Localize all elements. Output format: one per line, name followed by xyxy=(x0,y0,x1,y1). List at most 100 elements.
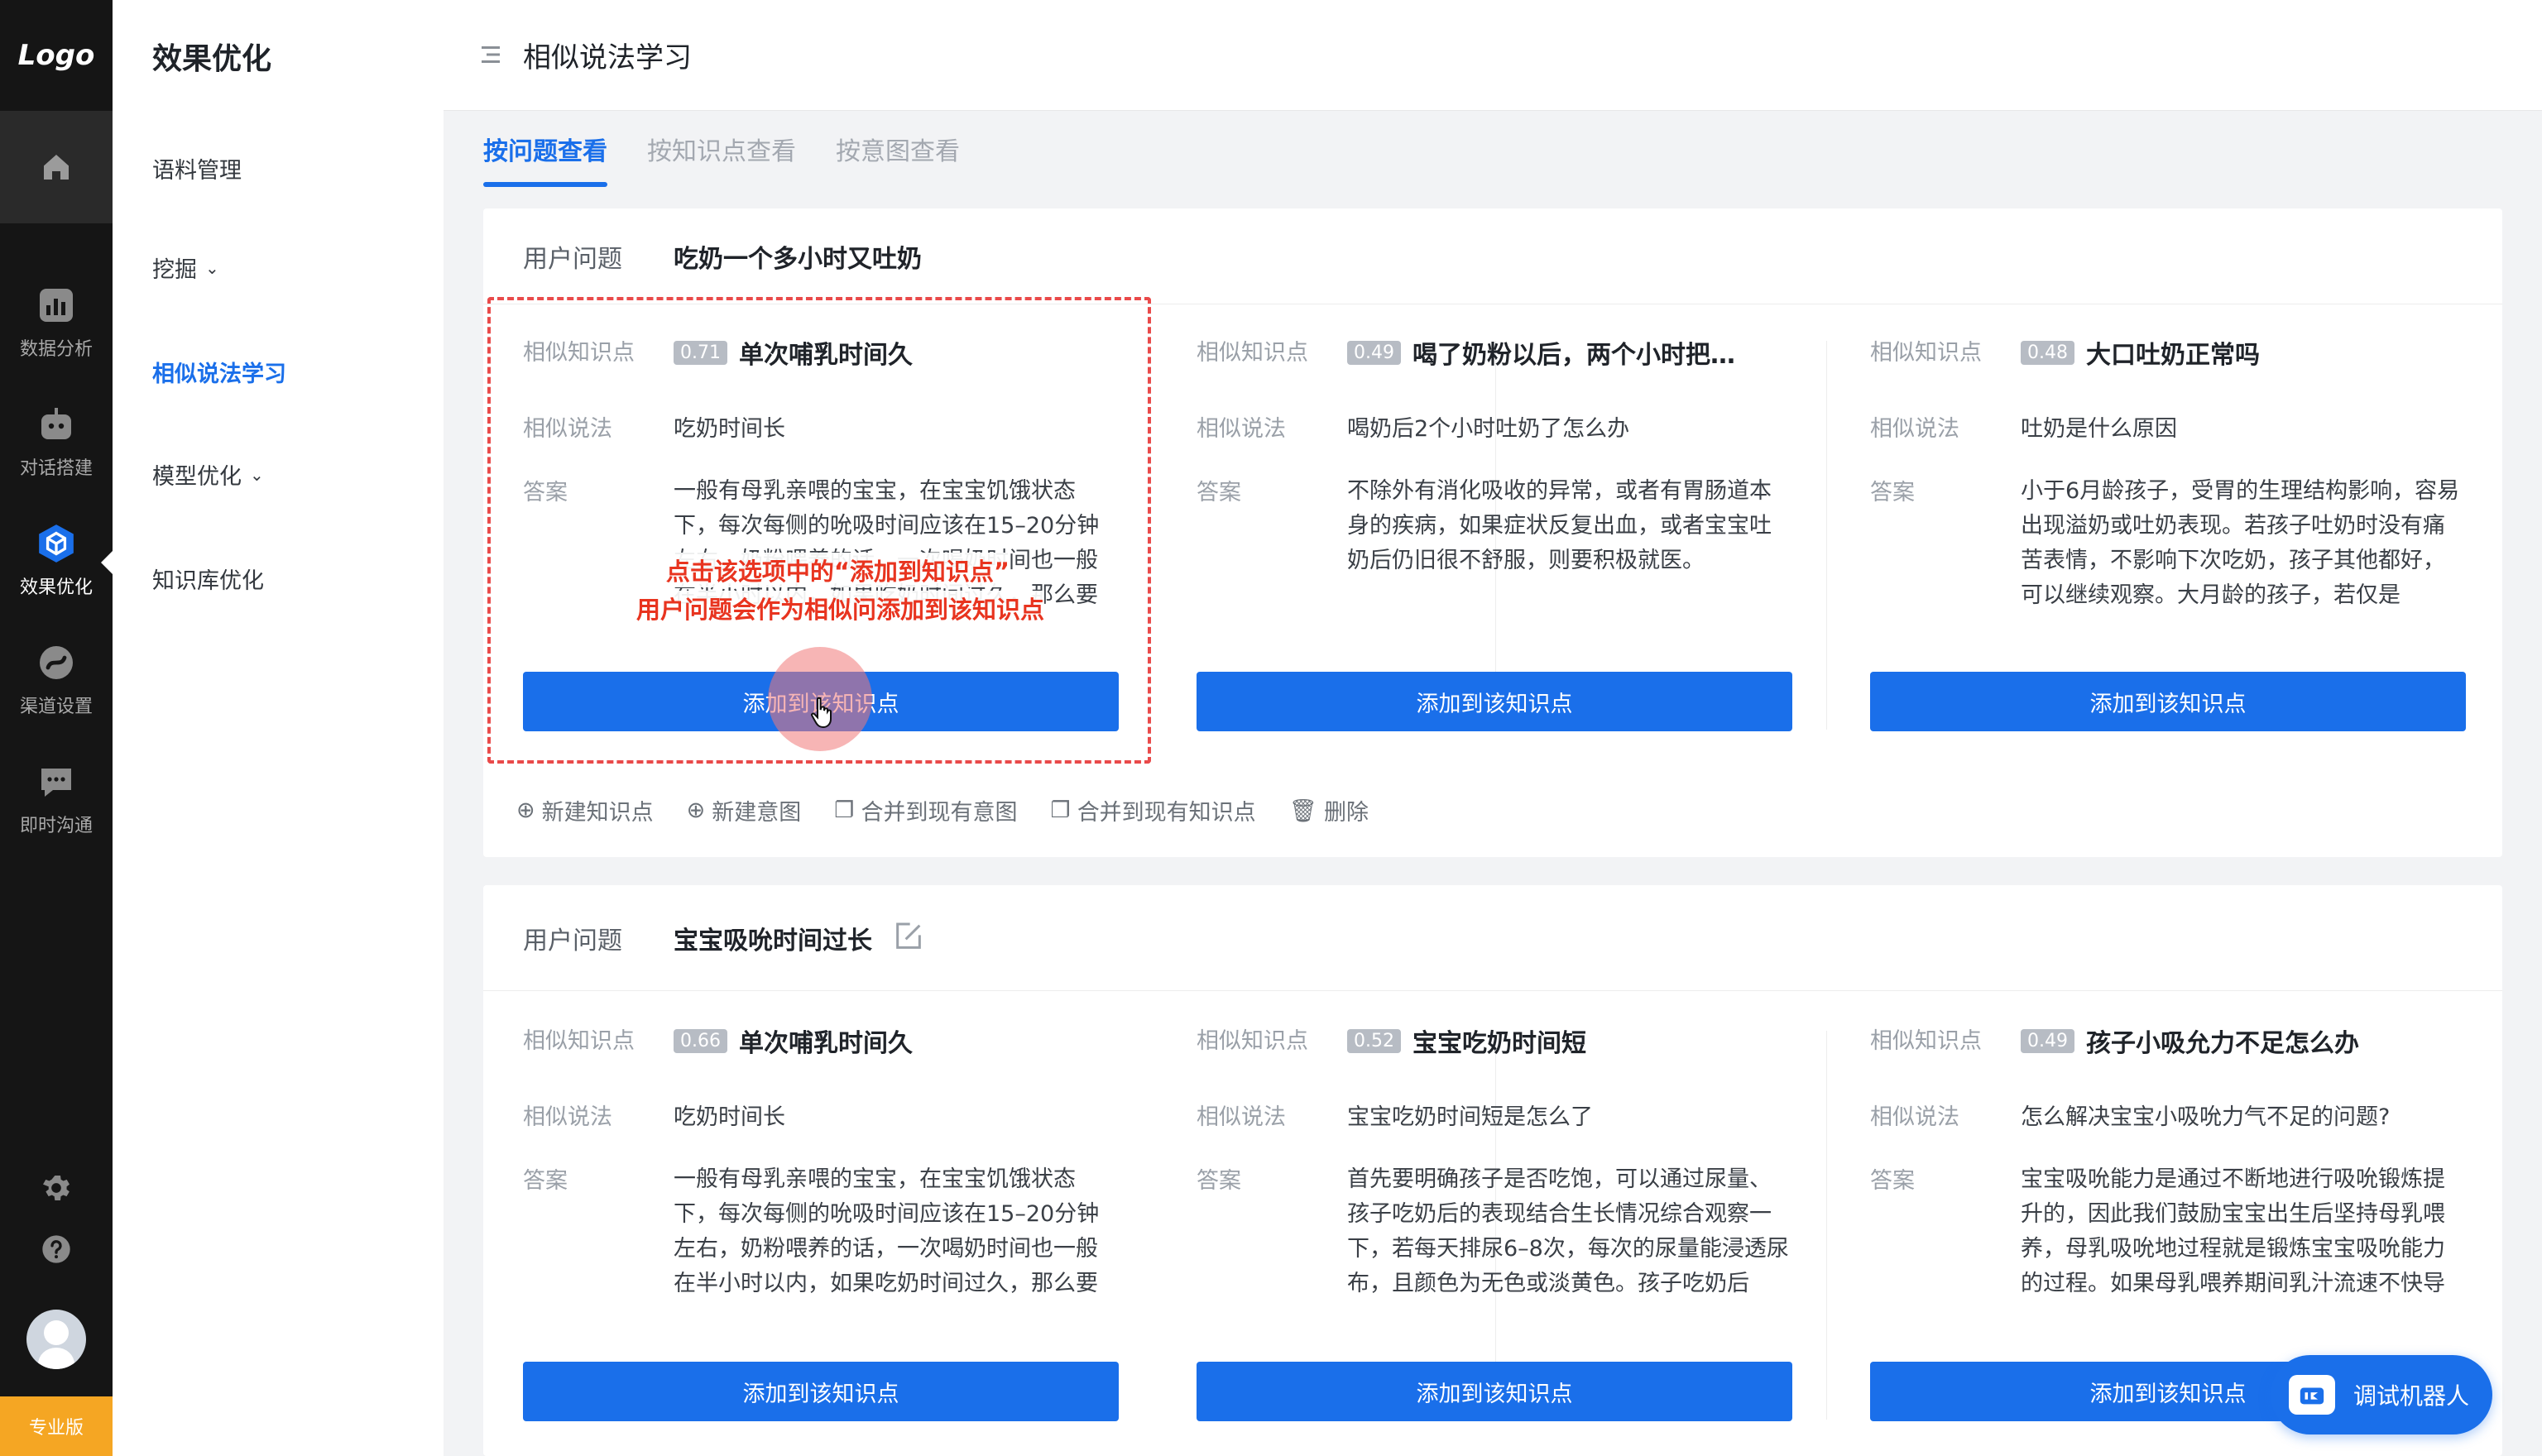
similar-kp-column: 相似知识点 0.48 大口吐奶正常吗 相似说法 吐奶是什么原因 答案 小于6月龄孩子，… xyxy=(1870,334,2466,731)
similar-phrase-text: 吃奶时间长 xyxy=(674,1104,785,1130)
hand-cursor-icon xyxy=(809,697,836,733)
answer-text: 宝宝吸吮能力是通过不断地进行吸吮锻炼提升的，因此我们鼓励宝宝出生后坚持母乳喂养，… xyxy=(2021,1166,2445,1296)
user-question-label: 用户问题 xyxy=(523,926,622,956)
answer-label: 答案 xyxy=(1870,480,1915,505)
similar-kp-column: 相似知识点 0.49 喝了奶粉以后，两个小时把… 相似说法 喝奶后2个小时吐奶了怎么… xyxy=(1197,334,1792,731)
new-intent-action[interactable]: ⊕ 新建意图 xyxy=(687,794,802,826)
copy-icon: ❐ xyxy=(834,797,855,823)
subnav-item-mining[interactable]: 挖掘 ⌄ xyxy=(152,251,219,284)
similarity-score: 0.52 xyxy=(1347,1028,1401,1053)
avatar[interactable] xyxy=(26,1310,86,1369)
top-header: 相似说法学习 xyxy=(444,0,2542,111)
kp-name[interactable]: 宝宝吃奶时间短 xyxy=(1412,1023,1586,1059)
answer-label: 答案 xyxy=(523,1168,568,1194)
home-button[interactable] xyxy=(0,111,113,223)
rail-item-label: 渠道设置 xyxy=(19,697,93,717)
similar-kp-label: 相似知识点 xyxy=(1870,1028,1982,1054)
tab-by-intent[interactable]: 按意图查看 xyxy=(836,131,960,187)
similar-phrase-label: 相似说法 xyxy=(1870,416,1959,442)
rail-item-label: 效果优化 xyxy=(19,577,93,598)
help-icon xyxy=(42,1235,70,1263)
tab-by-knowledge-point[interactable]: 按知识点查看 xyxy=(647,131,796,187)
tutorial-tip-line2: 用户问题会作为相似问添加到该知识点 xyxy=(579,591,1044,625)
add-to-kp-button[interactable]: 添加到该知识点 xyxy=(1197,672,1792,731)
kp-name[interactable]: 孩子小吸允力不足怎么办 xyxy=(2086,1023,2359,1059)
pro-edition-badge: 专业版 xyxy=(0,1396,113,1456)
rail-item-effect-optimize[interactable]: 效果优化 xyxy=(0,523,113,599)
delete-action[interactable]: 🗑 删除 xyxy=(1289,794,1369,826)
rail-item-chat[interactable]: 即时沟通 xyxy=(0,761,113,837)
add-to-kp-button[interactable]: 添加到该知识点 xyxy=(1197,1362,1792,1421)
rail-item-data-analysis[interactable]: 数据分析 xyxy=(0,285,113,361)
kp-name[interactable]: 大口吐奶正常吗 xyxy=(2086,334,2260,371)
column-divider xyxy=(1826,341,1827,730)
add-to-kp-button[interactable]: 添加到该知识点 xyxy=(523,1362,1119,1421)
answer-text: 首先要明确孩子是否吃饱，可以通过尿量、孩子吃奶后的表现结合生长情况综合观察一下，… xyxy=(1347,1166,1789,1296)
secondary-nav: 效果优化 语料管理 挖掘 ⌄ 相似说法学习 模型优化 ⌄ 知识库优化 xyxy=(113,0,444,1456)
similar-phrase-label: 相似说法 xyxy=(1197,416,1286,442)
similarity-score: 0.49 xyxy=(1347,340,1401,365)
similar-kp-label: 相似知识点 xyxy=(523,1028,635,1054)
debug-robot-label: 调试机器人 xyxy=(2353,1382,2470,1410)
add-to-kp-button[interactable]: 添加到该知识点 xyxy=(1870,672,2466,731)
gear-icon xyxy=(43,1176,70,1200)
user-question-row: 用户问题 宝宝吸吮时间过长 xyxy=(483,885,2502,991)
answer-text: 不除外有消化吸收的异常，或者有胃肠道本身的疾病，如果症状反复出血，或者宝宝吐奶后… xyxy=(1347,478,1772,573)
merge-intent-action[interactable]: ❐ 合并到现有意图 xyxy=(834,794,1017,826)
subnav-item-similar-phrase[interactable]: 相似说法学习 xyxy=(152,356,286,388)
similarity-score: 0.49 xyxy=(2021,1028,2074,1053)
robot-icon xyxy=(36,404,77,445)
plus-circle-icon: ⊕ xyxy=(686,797,706,823)
channel-icon xyxy=(36,642,77,683)
copy-icon: ❐ xyxy=(1050,797,1071,823)
similar-phrase-label: 相似说法 xyxy=(1197,1104,1286,1130)
column-divider xyxy=(1826,1031,1827,1420)
chevron-down-icon: ⌄ xyxy=(250,464,264,485)
answer-label: 答案 xyxy=(1870,1168,1915,1194)
trash-icon: 🗑 xyxy=(1288,797,1317,824)
similarity-score: 0.66 xyxy=(674,1028,727,1053)
subnav-item-kb-optimize[interactable]: 知识库优化 xyxy=(152,563,264,595)
kp-name[interactable]: 喝了奶粉以后，两个小时把… xyxy=(1412,334,1735,371)
answer-text: 一般有母乳亲喂的宝宝，在宝宝饥饿状态下，每次每侧的吮吸时间应该在15–20分钟左… xyxy=(674,1166,1100,1296)
home-icon xyxy=(44,155,69,180)
rail-item-channel[interactable]: 渠道设置 xyxy=(0,642,113,718)
kp-name[interactable]: 单次哺乳时间久 xyxy=(739,1023,913,1059)
similar-phrase-label: 相似说法 xyxy=(1870,1104,1959,1130)
subnav-item-corpus[interactable]: 语料管理 xyxy=(152,152,242,184)
edit-icon[interactable] xyxy=(892,920,925,956)
settings-button[interactable] xyxy=(36,1168,76,1208)
similar-phrase-text: 宝宝吃奶时间短是怎么了 xyxy=(1347,1104,1593,1130)
user-question-row: 用户问题 吃奶一个多小时又吐奶 xyxy=(483,208,2502,304)
user-question-text: 宝宝吸吮时间过长 xyxy=(674,926,872,956)
similar-kp-label: 相似知识点 xyxy=(1197,340,1308,366)
answer-label: 答案 xyxy=(1197,1168,1241,1194)
answer-label: 答案 xyxy=(1197,480,1241,505)
tab-by-question[interactable]: 按问题查看 xyxy=(483,131,607,187)
card-actions: ⊕ 新建知识点 ⊕ 新建意图 ❐ 合并到现有意图 ❐ 合并到现有知识点 🗑 删除 xyxy=(516,794,1369,826)
collapse-menu-icon[interactable] xyxy=(482,45,500,68)
similar-kp-column: 相似知识点 0.52 宝宝吃奶时间短 相似说法 宝宝吃奶时间短是怎么了 答案 首先要明… xyxy=(1197,1023,1792,1421)
rail-item-label: 对话搭建 xyxy=(19,458,93,479)
cube-icon xyxy=(36,523,77,564)
help-button[interactable] xyxy=(36,1229,76,1269)
chat-icon xyxy=(36,761,77,802)
new-kp-action[interactable]: ⊕ 新建知识点 xyxy=(516,794,654,826)
question-card: 用户问题 宝宝吸吮时间过长 相似知识点 0.66 单次哺乳时间久 相似说法 吃奶时间… xyxy=(483,885,2502,1456)
chevron-down-icon: ⌄ xyxy=(205,257,219,278)
similarity-score: 0.48 xyxy=(2021,340,2074,365)
page-title: 相似说法学习 xyxy=(523,41,692,74)
answer-text: 小于6月龄孩子，受胃的生理结构影响，容易出现溢奶或吐奶表现。若孩子吐奶时没有痛苦… xyxy=(2021,478,2460,608)
similar-phrase-text: 吐奶是什么原因 xyxy=(2021,416,2177,442)
subnav-item-model-optimize[interactable]: 模型优化 ⌄ xyxy=(152,458,264,491)
similar-kp-label: 相似知识点 xyxy=(1870,340,1982,366)
rail-item-dialog-build[interactable]: 对话搭建 xyxy=(0,404,113,480)
merge-kp-action[interactable]: ❐ 合并到现有知识点 xyxy=(1050,794,1255,826)
plus-circle-icon: ⊕ xyxy=(516,797,535,823)
similar-phrase-label: 相似说法 xyxy=(523,1104,612,1130)
similar-kp-column: 相似知识点 0.66 单次哺乳时间久 相似说法 吃奶时间长 答案 一般有母乳亲喂的宝宝… xyxy=(523,1023,1119,1421)
section-title: 效果优化 xyxy=(152,42,272,76)
similar-kp-label: 相似知识点 xyxy=(1197,1028,1308,1054)
left-rail: Logo 数据分析 对话搭建 效果优化 渠道设置 即时沟通 专业版 xyxy=(0,0,113,1456)
debug-robot-button[interactable]: 调试机器人 xyxy=(2271,1355,2492,1434)
